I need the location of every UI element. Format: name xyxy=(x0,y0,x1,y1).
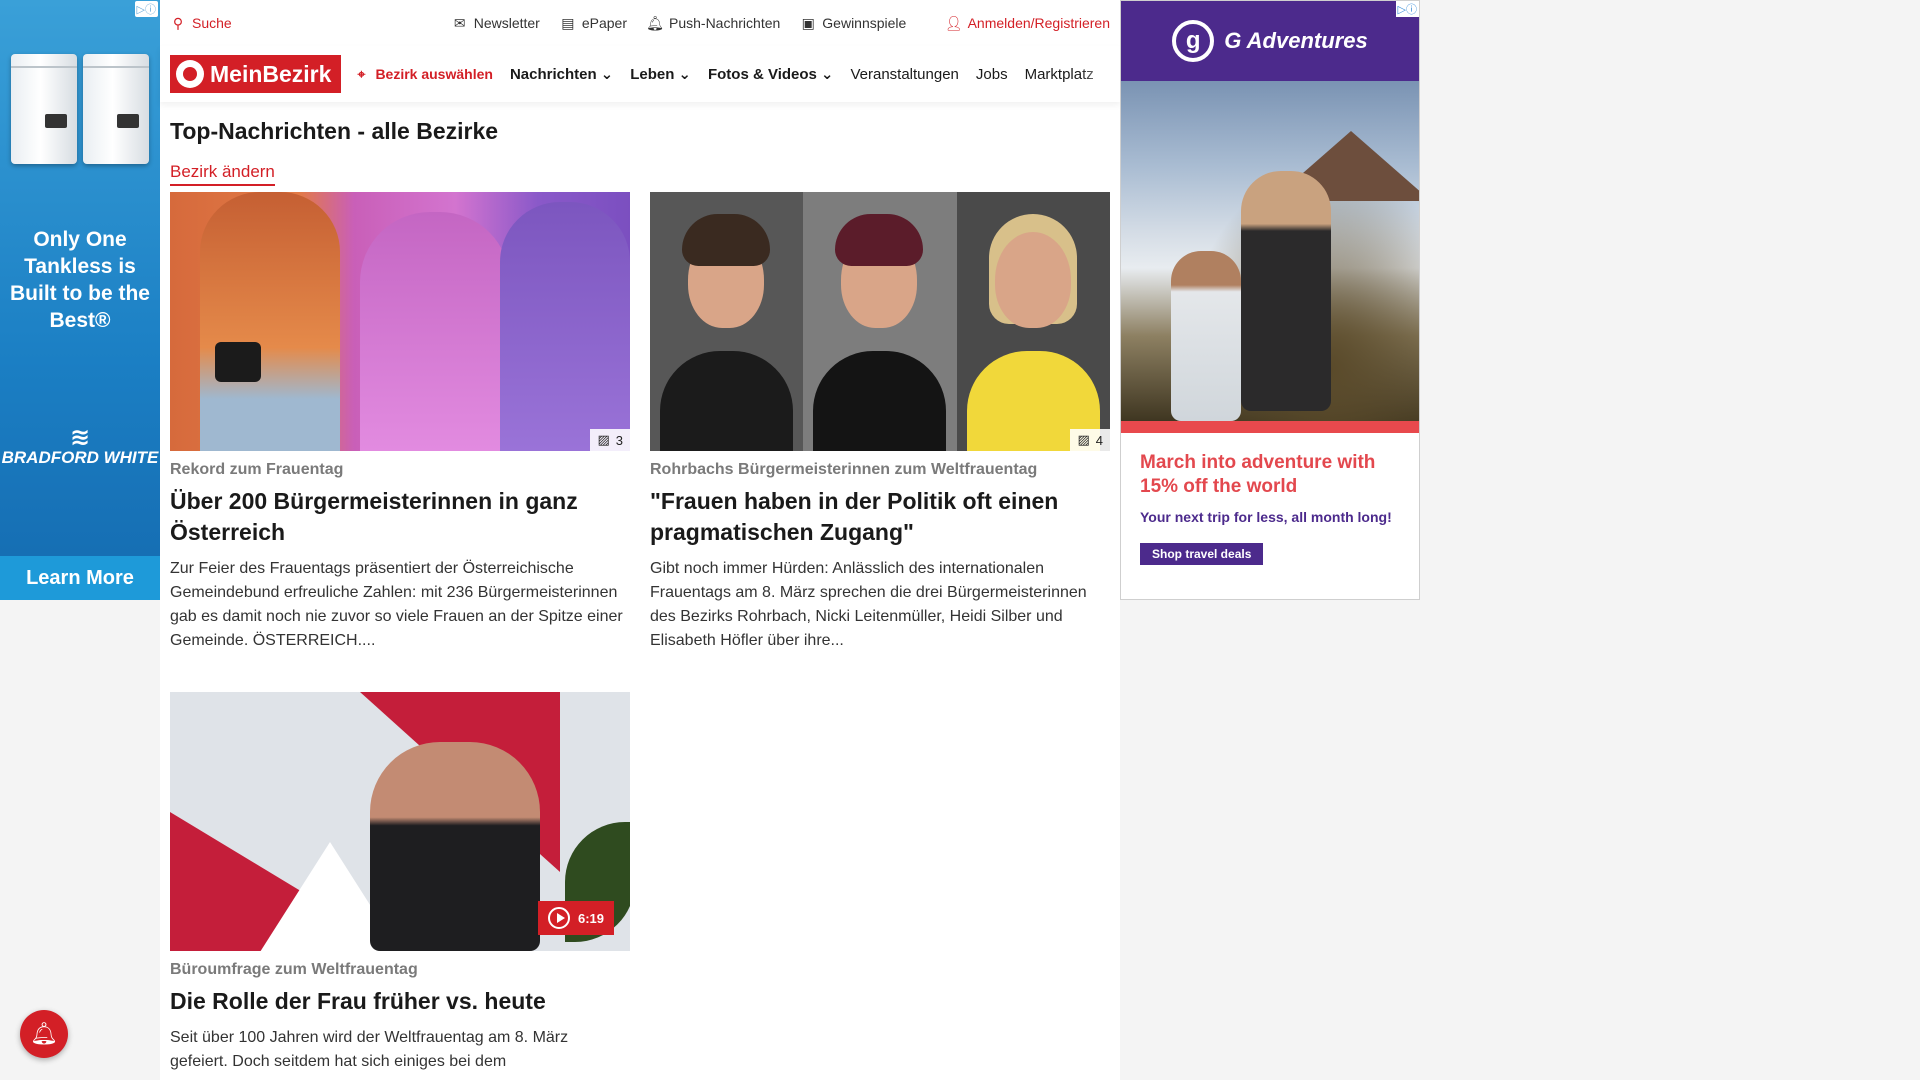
location-pin-icon: ⌖ xyxy=(357,66,366,82)
g-adventures-logo-icon: g xyxy=(1172,20,1215,62)
gallery-icon: ▨ xyxy=(1077,432,1090,447)
image-shape xyxy=(1241,171,1331,411)
newspaper-icon: ▤ xyxy=(561,15,575,31)
left-skyscraper-ad[interactable]: ▷ⓘ Only One Tankless is Built to be the … xyxy=(0,0,160,600)
article-headline[interactable]: "Frauen haben in der Politik oft einen p… xyxy=(650,486,1110,548)
page-title: Top-Nachrichten - alle Bezirke xyxy=(170,118,499,144)
main-content: ⚲ Suche ✉ Newsletter ▤ ePaper 🔔︎ Push-Na… xyxy=(160,0,1120,1080)
article-image[interactable]: ▨ 4 xyxy=(650,192,1110,451)
bradford-white-logo: ≋ BRADFORD WHITE xyxy=(1,424,159,467)
article-kicker: Büroumfrage zum Weltfrauentag xyxy=(170,961,418,978)
image-shape xyxy=(1171,251,1241,421)
epaper-link[interactable]: ▤ ePaper xyxy=(560,15,627,31)
camera-shape xyxy=(215,342,261,382)
article-teaser: Gibt noch immer Hürden: Anlässlich des i… xyxy=(650,560,1087,649)
nav-leben[interactable]: Leben ⌄ xyxy=(630,65,691,84)
image-shape xyxy=(500,202,630,451)
ad-headline: March into adventure with 15% off the wo… xyxy=(1140,452,1376,497)
top-utility-bar: ⚲ Suche ✉ Newsletter ▤ ePaper 🔔︎ Push-Na… xyxy=(160,0,1120,46)
right-rectangle-ad[interactable]: ▷ⓘ g G Adventures March into adventure w… xyxy=(1120,0,1420,600)
article-headline[interactable]: Die Rolle der Frau früher vs. heute xyxy=(170,986,630,1017)
article-image[interactable]: ▨ 3 xyxy=(170,192,630,451)
nav-veranstaltungen[interactable]: Veranstaltungen xyxy=(850,66,958,83)
article-kicker: Rekord zum Frauentag xyxy=(170,461,344,478)
article-card[interactable]: 6:19 Büroumfrage zum Weltfrauentag Die R… xyxy=(170,692,630,1074)
portrait-panel xyxy=(650,192,804,451)
select-district-button[interactable]: ⌖ Bezirk auswählen xyxy=(353,66,492,82)
search-icon: ⚲ xyxy=(172,15,184,31)
learn-more-button[interactable]: Learn More xyxy=(0,556,160,600)
ad-brand-name: G Adventures xyxy=(1224,28,1368,53)
gift-icon: ▣ xyxy=(801,15,815,31)
login-link[interactable]: 👤︎ Anmelden/Registrieren xyxy=(944,15,1110,31)
photo-count-badge: ▨ 4 xyxy=(1070,429,1110,451)
water-heater-unit xyxy=(83,54,149,164)
ad-divider xyxy=(1121,421,1419,433)
article-kicker: Rohrbachs Bürgermeisterinnen zum Weltfra… xyxy=(650,461,1038,478)
chevron-down-icon: ⌄ xyxy=(820,66,834,83)
video-duration-badge[interactable]: 6:19 xyxy=(537,901,614,935)
play-icon xyxy=(547,907,570,929)
photo-count-badge: ▨ 3 xyxy=(590,429,630,451)
water-heater-image xyxy=(8,54,152,166)
adchoices-icon[interactable]: ▷ⓘ xyxy=(1395,1,1419,17)
article-teaser: Seit über 100 Jahren wird der Weltfrauen… xyxy=(170,1029,569,1070)
image-shape xyxy=(360,212,510,451)
newsletter-link[interactable]: ✉ Newsletter xyxy=(452,15,540,31)
nav-fotos-videos[interactable]: Fotos & Videos ⌄ xyxy=(708,65,834,84)
ad-tagline: Only One Tankless is Built to be the Bes… xyxy=(10,228,150,332)
ad-copy: March into adventure with 15% off the wo… xyxy=(1121,433,1419,583)
bell-icon: 🔔︎ xyxy=(646,15,664,31)
bell-icon: 🔔︎ xyxy=(30,1021,58,1046)
change-district-link[interactable]: Bezirk ändern xyxy=(170,162,275,186)
chevron-down-icon: ⌄ xyxy=(678,66,691,83)
meinbezirk-logo[interactable]: MeinBezirk xyxy=(170,55,342,93)
article-card[interactable]: ▨ 3 Rekord zum Frauentag Über 200 Bürger… xyxy=(170,192,630,653)
image-shape xyxy=(200,192,340,451)
water-heater-unit xyxy=(11,54,77,164)
search-link[interactable]: ⚲ Suche xyxy=(170,15,232,31)
article-card[interactable]: ▨ 4 Rohrbachs Bürgermeisterinnen zum Wel… xyxy=(650,192,1110,653)
shop-travel-deals-button[interactable]: Shop travel deals xyxy=(1140,543,1264,565)
user-icon: 👤︎ xyxy=(944,15,963,31)
ad-photo xyxy=(1121,81,1419,421)
nav-scroll-fade xyxy=(1080,46,1120,102)
chevron-down-icon: ⌄ xyxy=(600,66,614,83)
image-shape xyxy=(370,742,540,951)
brand-mark-icon: ≋ xyxy=(69,424,91,451)
notification-bell-button[interactable]: 🔔︎ xyxy=(20,1010,68,1058)
portrait-panel xyxy=(956,192,1110,451)
ad-subheadline: Your next trip for less, all month long! xyxy=(1140,509,1392,525)
nav-nachrichten[interactable]: Nachrichten ⌄ xyxy=(510,65,614,84)
gallery-icon: ▨ xyxy=(597,432,610,447)
main-navigation: MeinBezirk ⌖ Bezirk auswählen Nachrichte… xyxy=(160,46,1120,102)
article-image[interactable]: 6:19 xyxy=(170,692,630,951)
article-teaser: Zur Feier des Frauentags präsentiert der… xyxy=(170,560,623,649)
mail-icon: ✉ xyxy=(453,15,466,31)
portrait-panel xyxy=(803,192,957,451)
gewinnspiele-link[interactable]: ▣ Gewinnspiele xyxy=(800,15,907,31)
nav-jobs[interactable]: Jobs xyxy=(976,66,1008,83)
adchoices-icon[interactable]: ▷ⓘ xyxy=(134,1,158,17)
push-notifications-link[interactable]: 🔔︎ Push-Nachrichten xyxy=(646,15,780,31)
logo-sun-icon xyxy=(176,60,204,88)
ad-brand-banner: g G Adventures xyxy=(1121,1,1419,81)
article-headline[interactable]: Über 200 Bürgermeisterinnen in ganz Öste… xyxy=(170,486,630,548)
